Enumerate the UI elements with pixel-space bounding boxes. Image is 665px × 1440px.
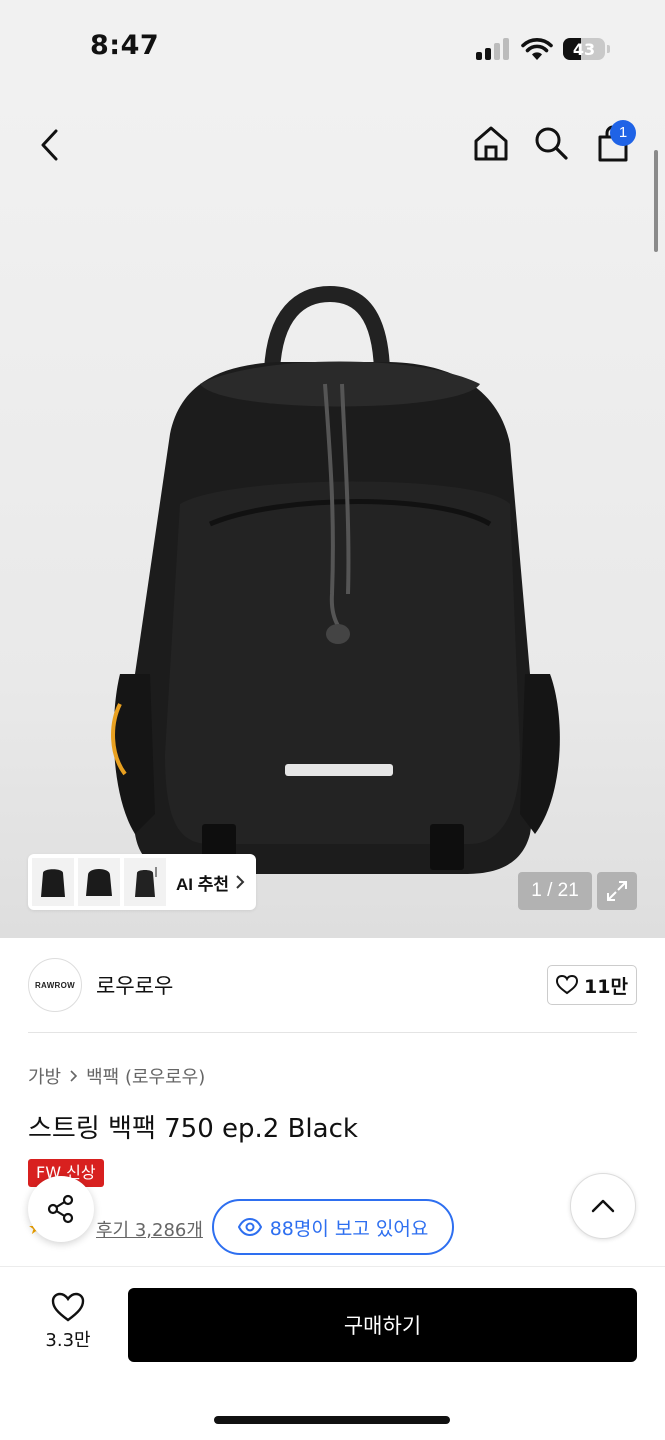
battery-level: 43 [572,40,596,59]
chevron-up-icon [591,1199,615,1213]
fullscreen-button[interactable] [597,872,637,910]
expand-icon [607,881,627,901]
search-icon [535,127,568,160]
thumbnail[interactable] [32,858,74,906]
wifi-icon [521,38,553,60]
wishlist-button[interactable]: 3.3만 [28,1292,108,1358]
product-gallery[interactable]: 1 AI 추천 1 / 21 [0,96,665,938]
thumbnail[interactable] [78,858,120,906]
brand-like-count: 11만 [584,975,628,998]
brand-logo[interactable]: RAWROW [28,958,82,1012]
backpack-thumb-icon [86,869,112,896]
backpack-thumb-icon [135,867,157,897]
back-icon [41,129,58,161]
ai-recommend-label[interactable]: AI 추천 [176,870,245,895]
buy-button[interactable]: 구매하기 [128,1288,637,1362]
thumbnail[interactable] [124,858,166,906]
home-icon [474,126,508,161]
scrollbar[interactable] [654,150,658,252]
breadcrumb-subcategory[interactable]: 백팩 (로우로우) [86,1063,205,1089]
ai-recommend-strip[interactable]: AI 추천 [28,854,256,910]
product-image [111,285,560,874]
live-viewers-text: 88명이 보고 있어요 [269,1217,429,1240]
image-counter: 1 / 21 [518,872,592,910]
live-viewers-pill: 88명이 보고 있어요 [212,1199,454,1255]
share-button[interactable] [28,1176,94,1242]
wishlist-count: 3.3만 [45,1330,91,1351]
ai-recommend-text: AI 추천 [176,874,230,894]
reviews-link[interactable]: 후기 3,286개 [96,1216,203,1242]
chevron-right-icon [236,875,245,889]
cart-count-badge: 1 [610,120,636,146]
breadcrumb: 가방 백팩 (로우로우) [28,1063,205,1089]
home-indicator[interactable] [214,1416,450,1424]
status-time: 8:47 [90,30,160,61]
cellular-signal-icon [476,38,510,60]
status-bar: 8:47 43 [0,0,665,96]
divider [28,1032,637,1033]
heart-icon [556,975,579,995]
product-title: 스트링 백팩 750 ep.2 Black [28,1114,358,1144]
scroll-top-button[interactable] [570,1173,636,1239]
home-button[interactable] [468,120,514,166]
brand-name[interactable]: 로우로우 [96,970,173,1000]
share-icon [47,1194,74,1224]
battery-icon: 43 [563,38,605,60]
back-button[interactable] [26,122,72,168]
brand-like-button[interactable]: 11만 [547,965,637,1005]
breadcrumb-category[interactable]: 가방 [28,1063,61,1089]
chevron-right-icon [70,1070,78,1082]
heart-icon [51,1292,85,1322]
eye-icon [237,1218,262,1236]
search-button[interactable] [528,120,574,166]
backpack-thumb-icon [41,869,65,897]
